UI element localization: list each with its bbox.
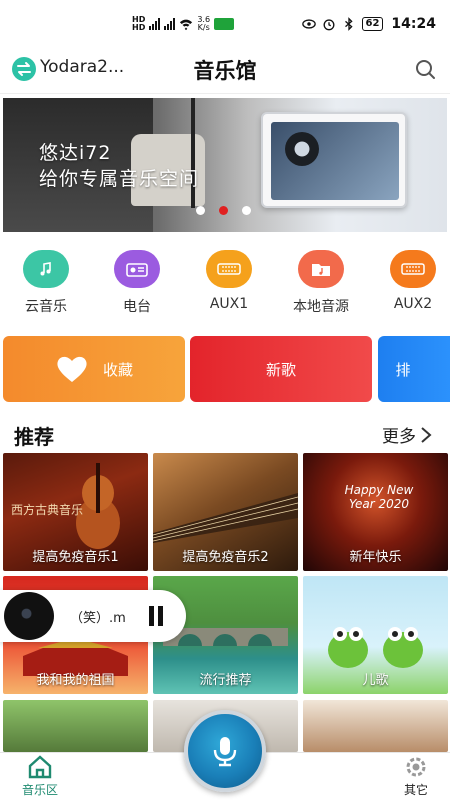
playlist-tile[interactable]: 提高免疫音乐2 [153,453,298,571]
tile-art-text: 西方古典音乐 [11,503,84,517]
tile-caption: 提高免疫音乐2 [182,550,269,565]
net-speed: 3.6 K/s [197,15,211,32]
banner-device-image [261,112,407,208]
banner-lamp-image [191,98,195,208]
more-label: 更多 [382,427,416,447]
nav-home-label: 音乐区 [21,783,58,797]
banner-dot-active[interactable] [219,206,228,215]
charts-label: 排 [395,360,411,379]
radio-icon [114,250,160,288]
voice-button[interactable] [184,710,266,792]
entry-label: AUX2 [393,296,433,312]
tile-caption: 新年快乐 [349,550,402,565]
status-bar: HD HD 3.6 K/s 62 14:24 [0,0,450,44]
search-icon[interactable] [414,58,436,80]
chevron-right-icon [421,426,432,443]
playlist-tile[interactable]: 西方古典音乐 提高免疫音乐1 [3,453,148,571]
mini-player[interactable]: （笑）.m [0,590,186,642]
entry-aux1[interactable]: AUX1 [189,248,269,312]
nav-music-area[interactable]: 音乐区 [10,755,70,798]
device-name[interactable]: Yodara2... [40,57,124,77]
app-header: Yodara2... 音乐馆 [0,44,450,94]
banner-album-disc [285,132,319,166]
entry-aux2[interactable]: AUX2 [373,248,450,312]
wifi-icon [180,19,193,31]
new-songs-label: 新歌 [265,360,296,379]
entry-radio[interactable]: 电台 [97,248,177,316]
aux-icon [390,250,436,288]
signal-icon-2 [164,18,176,30]
banner-subtitle: 给你专属音乐空间 [39,168,200,190]
playlist-tile[interactable]: Happy New Year 2020 新年快乐 [303,453,448,571]
new-songs-card[interactable]: 新歌 [190,336,372,402]
battery-indicator: 62 [361,17,384,31]
pause-icon[interactable] [146,604,166,628]
entry-cloud-music[interactable]: 云音乐 [6,248,86,316]
entry-label: 云音乐 [25,299,67,315]
banner-device-screen [271,122,399,200]
entry-local-source[interactable]: 本地音源 [281,248,361,316]
alarm-icon [323,19,334,31]
entry-label: 本地音源 [293,299,349,315]
promo-banner[interactable]: 悠达i72 给你专属音乐空间 [3,98,447,232]
charts-card[interactable]: 排 [378,336,450,402]
playlist-tile[interactable] [3,700,148,752]
entry-label: 电台 [123,299,151,315]
banner-title: 悠达i72 [39,142,112,164]
app-notification-icon [214,18,235,30]
playlist-tile[interactable] [303,700,448,752]
tile-art-text: Happy New Year 2020 [344,483,414,511]
tile-caption: 流行推荐 [199,673,252,688]
folder-music-icon [298,250,344,288]
favorites-label: 收藏 [102,360,133,379]
recommend-title: 推荐 [14,425,54,449]
status-left: HD HD 3.6 K/s [132,15,235,32]
tile-caption: 我和我的祖国 [36,673,115,688]
entry-label: AUX1 [209,296,249,312]
banner-dot[interactable] [242,206,251,215]
home-icon [28,755,52,779]
quick-entry-row: 云音乐 电台 AUX1 本地音源 AUX2 [0,248,450,320]
status-right: 62 14:24 [301,16,436,32]
now-playing-title: （笑）.m [70,611,126,626]
clock: 14:24 [391,16,436,32]
frogs-art [328,627,423,668]
guzheng-art [153,493,298,543]
music-note-icon [23,250,69,288]
category-cards: 收藏 新歌 排 [0,336,450,404]
recommend-more-link[interactable]: 更多 [382,422,432,447]
playlist-tile[interactable]: 儿歌 [303,576,448,694]
aux-icon [206,250,252,288]
microphone-icon [213,737,237,767]
tile-caption: 提高免疫音乐1 [32,550,119,565]
banner-dot[interactable] [196,206,205,215]
switch-device-icon[interactable] [12,57,36,81]
signal-icon [149,18,161,30]
banner-pagination [196,206,251,215]
hd-icon: HD HD [132,15,146,32]
eye-icon [301,19,316,29]
nav-other[interactable]: 其它 [386,755,446,798]
gear-icon [406,757,426,777]
bluetooth-icon [344,17,353,31]
tile-caption: 儿歌 [362,673,389,688]
heart-icon [57,356,87,382]
album-disc-icon[interactable] [4,592,54,640]
favorites-card[interactable]: 收藏 [3,336,185,402]
nav-other-label: 其它 [403,783,428,797]
